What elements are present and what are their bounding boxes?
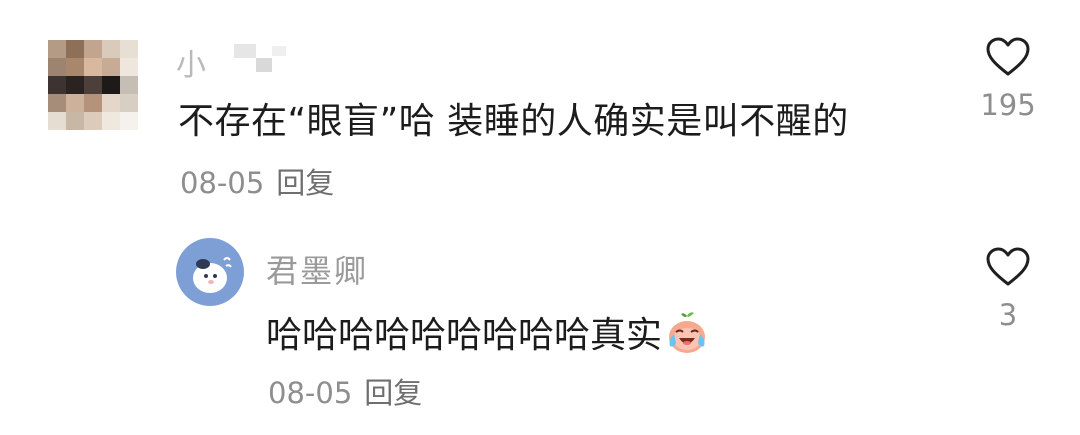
- cartoon-avatar-icon: [193, 257, 232, 293]
- heart-outline-icon: [986, 37, 1030, 76]
- avatar[interactable]: [48, 40, 138, 130]
- like-count: 3: [998, 298, 1018, 332]
- like-button[interactable]: 195: [968, 36, 1048, 122]
- like-button[interactable]: 3: [968, 246, 1048, 332]
- comment-text: 哈哈哈哈哈哈哈哈哈真实: [266, 306, 710, 360]
- comment-meta: 08-05 回复: [180, 160, 334, 202]
- username[interactable]: 君墨卿: [266, 246, 368, 292]
- like-count: 195: [980, 88, 1036, 122]
- username[interactable]: 小: [176, 40, 306, 83]
- comment-meta: 08-05 回复: [268, 370, 422, 412]
- comment-date: 08-05: [180, 166, 265, 200]
- avatar[interactable]: [176, 238, 244, 306]
- reply-button[interactable]: 回复: [276, 166, 334, 200]
- comment-text-content: 哈哈哈哈哈哈哈哈哈真实: [266, 315, 663, 356]
- comment-date: 08-05: [268, 376, 353, 410]
- reply-button[interactable]: 回复: [364, 376, 422, 410]
- crying-laughing-emoji-icon: [669, 312, 706, 353]
- heart-outline-icon: [986, 247, 1030, 286]
- comment-item: 小 不存在“眼盲”哈 装睡的人确实是叫不醒的 08-05 回复 195: [0, 0, 1080, 215]
- comment-text: 不存在“眼盲”哈 装睡的人确实是叫不醒的: [178, 101, 849, 142]
